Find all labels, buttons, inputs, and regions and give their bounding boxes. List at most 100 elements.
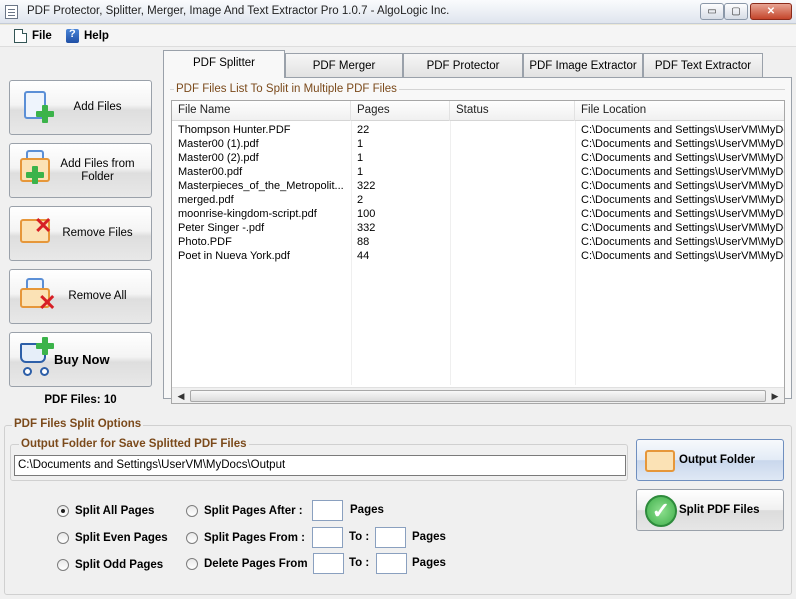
table-cell: Thompson Hunter.PDF: [178, 124, 291, 136]
remove-files-button[interactable]: ✕ Remove Files: [9, 206, 152, 261]
buy-now-label: Buy Now: [54, 352, 110, 367]
buy-now-button[interactable]: Buy Now: [9, 332, 152, 387]
list-header: File Name Pages Status File Location: [172, 101, 784, 121]
window-title: PDF Protector, Splitter, Merger, Image A…: [27, 5, 450, 17]
remove-all-label: Remove All: [68, 290, 127, 302]
cart-wheel-icon: [23, 367, 32, 376]
list-rows: Thompson Hunter.PDF 22 C:\Documents and Se…: [172, 123, 784, 263]
table-cell: Photo.PDF: [178, 236, 232, 248]
radio-indicator[interactable]: [186, 558, 198, 570]
scroll-left-icon[interactable]: ◀: [174, 390, 188, 402]
table-row[interactable]: Thompson Hunter.PDF 22 C:\Documents and Se…: [172, 123, 784, 137]
add-files-from-folder-button[interactable]: Add Files from Folder: [9, 143, 152, 198]
close-button[interactable]: ✕: [750, 3, 792, 20]
radio-label: Delete Pages From: [204, 558, 308, 570]
folder-icon: [645, 450, 675, 472]
split-to-page-input[interactable]: [375, 527, 406, 548]
table-row[interactable]: Poet in Nueva York.pdf 44 C:\Documents and…: [172, 249, 784, 263]
delete-to-page-input[interactable]: [376, 553, 407, 574]
add-files-from-folder-label: Add Files from Folder: [60, 157, 135, 183]
table-row[interactable]: Photo.PDF 88 C:\Documents and Settings\Use…: [172, 235, 784, 249]
radio-split-all-pages[interactable]: Split All Pages: [57, 503, 154, 519]
table-cell: 22: [357, 124, 370, 136]
radio-indicator[interactable]: [57, 505, 69, 517]
menu-help-label: Help: [84, 30, 109, 42]
radio-split-even-pages[interactable]: Split Even Pages: [57, 530, 168, 546]
table-row[interactable]: Peter Singer -.pdf 332 C:\Documents and Se…: [172, 221, 784, 235]
radio-split-pages-after[interactable]: Split Pages After :: [186, 503, 303, 519]
table-cell: 1: [357, 166, 364, 178]
radio-indicator[interactable]: [186, 532, 198, 544]
scroll-right-icon[interactable]: ▶: [768, 390, 782, 402]
split-pdf-files-label: Split PDF Files: [679, 504, 760, 516]
table-cell: Peter Singer -.pdf: [178, 222, 265, 234]
column-header-file-name[interactable]: File Name: [172, 101, 351, 121]
column-header-status[interactable]: Status: [450, 101, 575, 121]
title-bar: PDF Protector, Splitter, Merger, Image A…: [0, 0, 796, 24]
files-list-group-label: PDF Files List To Split in Multiple PDF …: [174, 83, 399, 95]
pages-label: Pages: [350, 504, 384, 516]
output-folder-input[interactable]: C:\Documents and Settings\UserVM\MyDocs\…: [14, 455, 626, 476]
radio-indicator[interactable]: [186, 505, 198, 517]
menu-file[interactable]: File: [14, 28, 52, 44]
menu-file-label: File: [32, 30, 52, 42]
table-cell: C:\Documents and Settings\UserVM\MyDo: [581, 236, 784, 248]
menu-help[interactable]: Help: [66, 28, 109, 44]
split-from-page-input[interactable]: [312, 527, 343, 548]
column-header-file-location[interactable]: File Location: [575, 101, 784, 121]
table-cell: Master00 (2).pdf: [178, 152, 259, 164]
radio-label: Split Pages From :: [204, 532, 305, 544]
table-cell: 88: [357, 236, 370, 248]
table-cell: 44: [357, 250, 370, 262]
radio-indicator[interactable]: [57, 532, 69, 544]
table-cell: C:\Documents and Settings\UserVM\MyDo: [581, 250, 784, 262]
splitter-panel: PDF Files List To Split in Multiple PDF …: [163, 77, 792, 404]
radio-delete-pages-from[interactable]: Delete Pages From: [186, 556, 308, 572]
radio-split-odd-pages[interactable]: Split Odd Pages: [57, 557, 163, 573]
table-row[interactable]: Master00 (2).pdf 1 C:\Documents and Settin…: [172, 151, 784, 165]
table-cell: Masterpieces_of_the_Metropolit...: [178, 180, 344, 192]
tab-pdf-image-extractor[interactable]: PDF Image Extractor: [523, 53, 643, 77]
app-document-icon: [5, 5, 18, 19]
table-row[interactable]: moonrise-kingdom-script.pdf 100 C:\Documen…: [172, 207, 784, 221]
table-row[interactable]: merged.pdf 2 C:\Documents and Settings\Use…: [172, 193, 784, 207]
output-folder-button[interactable]: Output Folder: [636, 439, 784, 481]
remove-all-button[interactable]: ✕ Remove All: [9, 269, 152, 324]
table-row[interactable]: Master00.pdf 1 C:\Documents and Settings\U…: [172, 165, 784, 179]
column-header-pages[interactable]: Pages: [351, 101, 450, 121]
tab-pdf-splitter[interactable]: PDF Splitter: [163, 50, 285, 78]
remove-files-label: Remove Files: [62, 227, 133, 239]
delete-from-page-input[interactable]: [313, 553, 344, 574]
table-row[interactable]: Masterpieces_of_the_Metropolit... 322 C:\D…: [172, 179, 784, 193]
table-cell: C:\Documents and Settings\UserVM\MyDo: [581, 152, 784, 164]
tab-pdf-protector[interactable]: PDF Protector: [403, 53, 523, 77]
table-cell: C:\Documents and Settings\UserVM\MyDo: [581, 180, 784, 192]
plus-icon: [26, 166, 44, 184]
radio-indicator[interactable]: [57, 559, 69, 571]
table-row[interactable]: Master00 (1).pdf 1 C:\Documents and Settin…: [172, 137, 784, 151]
maximize-button[interactable]: ▢: [724, 3, 748, 20]
table-cell: 1: [357, 152, 364, 164]
radio-label: Split All Pages: [75, 505, 155, 517]
table-cell: 100: [357, 208, 376, 220]
minimize-button[interactable]: ▭: [700, 3, 724, 20]
horizontal-scrollbar[interactable]: ◀ ▶: [172, 387, 784, 403]
table-cell: 322: [357, 180, 376, 192]
radio-label: Split Odd Pages: [75, 559, 164, 571]
menu-bar: File Help: [0, 25, 796, 47]
add-files-button[interactable]: Add Files: [9, 80, 152, 135]
table-cell: C:\Documents and Settings\UserVM\MyDo: [581, 138, 784, 150]
pdf-files-list[interactable]: File Name Pages Status File Location Tho…: [171, 100, 785, 404]
split-pdf-files-button[interactable]: ✓ Split PDF Files: [636, 489, 784, 531]
table-cell: Master00.pdf: [178, 166, 243, 178]
scrollbar-thumb[interactable]: [190, 390, 766, 402]
tab-pdf-merger[interactable]: PDF Merger: [285, 53, 403, 77]
radio-split-pages-from[interactable]: Split Pages From :: [186, 530, 305, 546]
split-after-pages-input[interactable]: [312, 500, 343, 521]
table-cell: merged.pdf: [178, 194, 234, 206]
to-label: To :: [349, 531, 370, 543]
output-folder-button-label: Output Folder: [679, 454, 756, 466]
table-cell: Master00 (1).pdf: [178, 138, 259, 150]
plus-icon: [36, 337, 54, 355]
tab-pdf-text-extractor[interactable]: PDF Text Extractor: [643, 53, 763, 77]
